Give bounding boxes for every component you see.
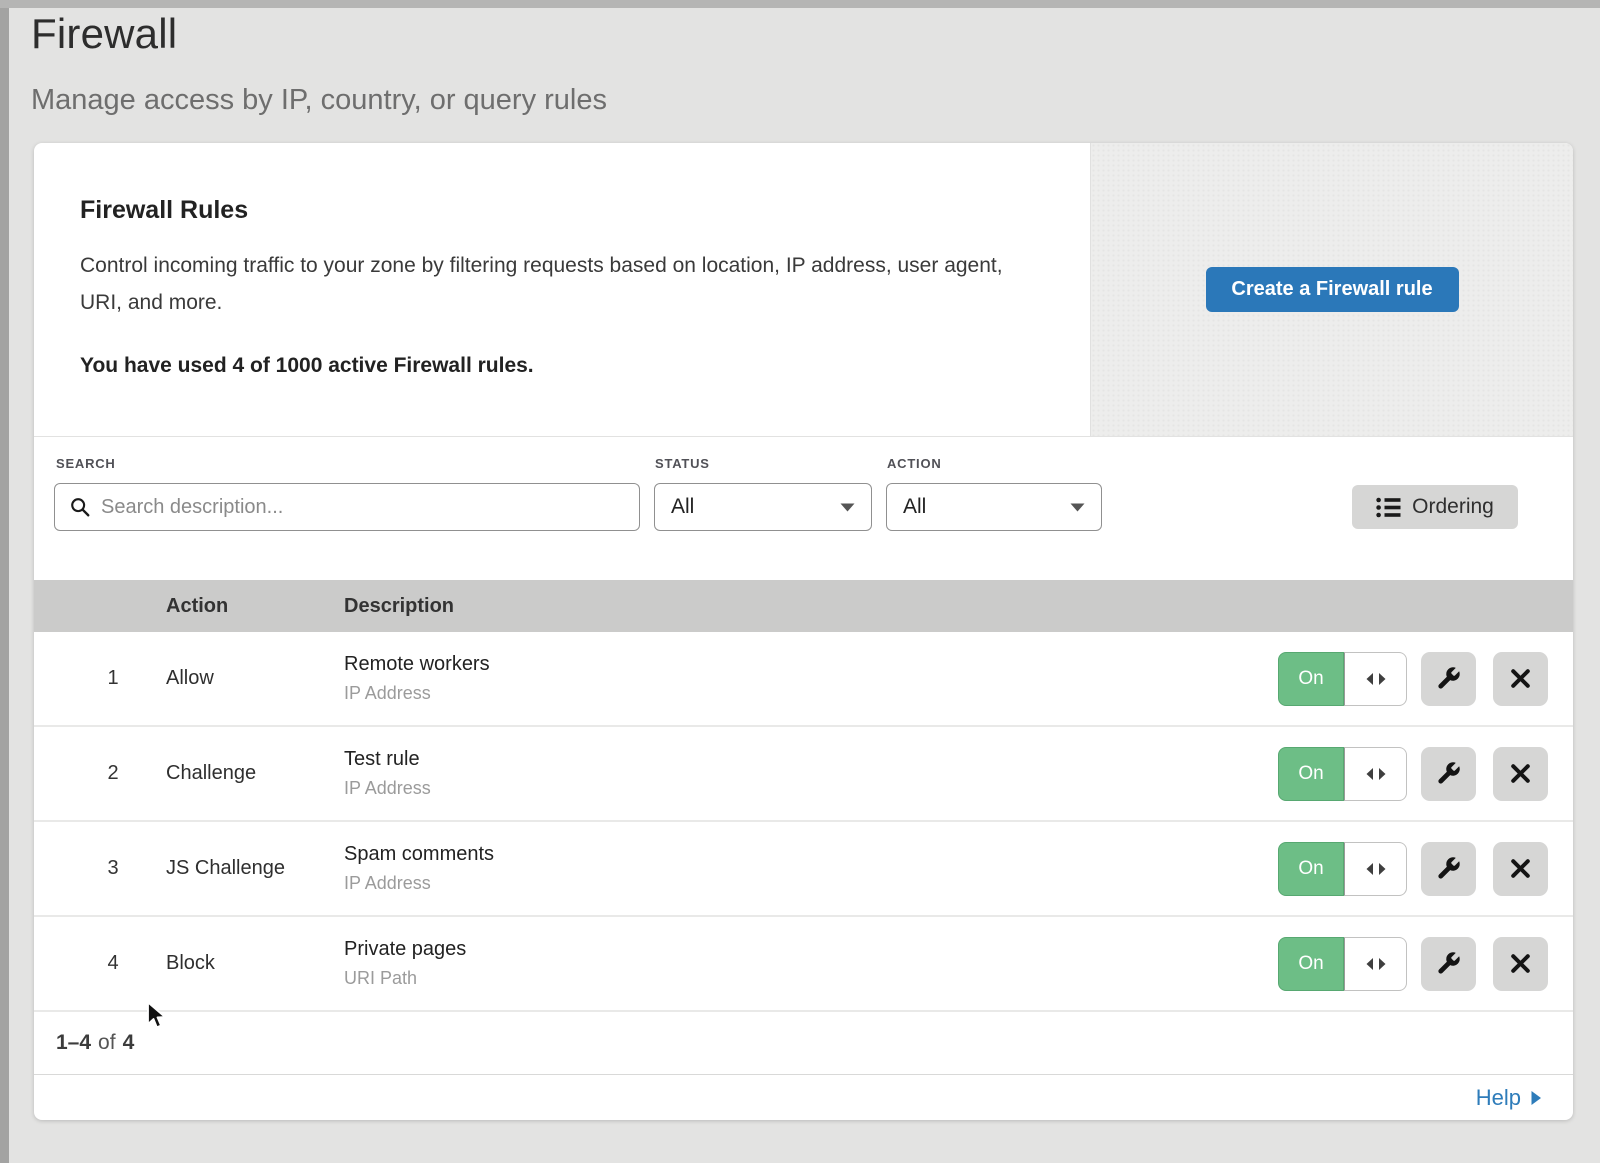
- usage-note: You have used 4 of 1000 active Firewall …: [80, 354, 1030, 378]
- rule-controls: On: [1278, 842, 1573, 896]
- rule-description-title: Remote workers: [344, 653, 490, 676]
- window-edge-top: [0, 0, 1600, 8]
- page-header: Firewall Manage access by IP, country, o…: [31, 10, 607, 117]
- rule-description: Remote workers IP Address: [344, 653, 490, 704]
- toggle-arrows-icon: [1344, 842, 1407, 896]
- table-header: Action Description: [34, 580, 1573, 632]
- rule-description-title: Spam comments: [344, 843, 494, 866]
- toggle-arrows-icon: [1344, 652, 1407, 706]
- range-of-label: of: [98, 1031, 116, 1055]
- help-link-label: Help: [1476, 1085, 1521, 1111]
- card-header-text: Firewall Rules Control incoming traffic …: [34, 143, 1090, 436]
- table-row: 2 Challenge Test rule IP Address On: [34, 727, 1573, 822]
- edit-rule-button[interactable]: [1421, 747, 1476, 801]
- range-start: 1–4: [56, 1031, 91, 1055]
- ordering-list-icon: [1376, 497, 1401, 518]
- toggle-on-label: On: [1278, 652, 1344, 706]
- page-subtitle: Manage access by IP, country, or query r…: [31, 84, 607, 117]
- rule-description: Spam comments IP Address: [344, 843, 494, 894]
- chevron-down-icon: [840, 503, 855, 512]
- pagination-summary: 1–4 of 4: [34, 1012, 1573, 1074]
- help-section: Help: [34, 1074, 1573, 1120]
- status-select-value: All: [671, 495, 694, 519]
- status-select[interactable]: All: [654, 483, 872, 531]
- help-link[interactable]: Help: [1476, 1085, 1542, 1111]
- window-edge-left: [0, 0, 9, 1163]
- rule-enabled-toggle[interactable]: On: [1278, 842, 1407, 896]
- rule-priority: 3: [90, 857, 136, 880]
- close-icon: [1508, 951, 1533, 976]
- rule-description: Private pages URI Path: [344, 938, 466, 989]
- rule-enabled-toggle[interactable]: On: [1278, 937, 1407, 991]
- edit-rule-button[interactable]: [1421, 937, 1476, 991]
- rule-action: Challenge: [166, 762, 316, 785]
- rule-description: Test rule IP Address: [344, 748, 431, 799]
- delete-rule-button[interactable]: [1493, 652, 1548, 706]
- range-total: 4: [123, 1031, 135, 1055]
- rule-field-type: URI Path: [344, 968, 466, 989]
- edit-rule-button[interactable]: [1421, 652, 1476, 706]
- toggle-arrows-icon: [1344, 937, 1407, 991]
- section-title: Firewall Rules: [80, 196, 1030, 225]
- close-icon: [1508, 666, 1533, 691]
- rule-action: Block: [166, 952, 316, 975]
- action-select[interactable]: All: [886, 483, 1102, 531]
- toggle-arrows-icon: [1344, 747, 1407, 801]
- section-description: Control incoming traffic to your zone by…: [80, 247, 1030, 321]
- edit-rule-button[interactable]: [1421, 842, 1476, 896]
- rule-priority: 2: [90, 762, 136, 785]
- rule-enabled-toggle[interactable]: On: [1278, 747, 1407, 801]
- rule-priority: 4: [90, 952, 136, 975]
- rule-enabled-toggle[interactable]: On: [1278, 652, 1407, 706]
- rule-controls: On: [1278, 747, 1573, 801]
- create-firewall-rule-button[interactable]: Create a Firewall rule: [1206, 267, 1459, 312]
- action-select-value: All: [903, 495, 926, 519]
- filters-bar: SEARCH STATUS All ACTION All: [34, 437, 1573, 580]
- rule-field-type: IP Address: [344, 683, 490, 704]
- table-row: 4 Block Private pages URI Path On: [34, 917, 1573, 1012]
- column-header-description: Description: [344, 595, 454, 618]
- rule-priority: 1: [90, 667, 136, 690]
- wrench-icon: [1435, 855, 1462, 882]
- ordering-button[interactable]: Ordering: [1352, 485, 1518, 529]
- close-icon: [1508, 761, 1533, 786]
- page-title: Firewall: [31, 10, 607, 58]
- action-label: ACTION: [887, 456, 942, 471]
- rule-action: Allow: [166, 667, 316, 690]
- column-header-action: Action: [166, 595, 344, 618]
- delete-rule-button[interactable]: [1493, 937, 1548, 991]
- wrench-icon: [1435, 760, 1462, 787]
- ordering-button-label: Ordering: [1412, 495, 1494, 519]
- toggle-on-label: On: [1278, 747, 1344, 801]
- search-input-wrapper: [54, 483, 640, 531]
- wrench-icon: [1435, 950, 1462, 977]
- triangle-right-icon: [1530, 1090, 1542, 1106]
- firewall-rules-card: Firewall Rules Control incoming traffic …: [34, 143, 1573, 1120]
- table-row: 1 Allow Remote workers IP Address On: [34, 632, 1573, 727]
- toggle-on-label: On: [1278, 937, 1344, 991]
- delete-rule-button[interactable]: [1493, 747, 1548, 801]
- table-row: 3 JS Challenge Spam comments IP Address …: [34, 822, 1573, 917]
- rule-controls: On: [1278, 652, 1573, 706]
- delete-rule-button[interactable]: [1493, 842, 1548, 896]
- wrench-icon: [1435, 665, 1462, 692]
- chevron-down-icon: [1070, 503, 1085, 512]
- rule-controls: On: [1278, 937, 1573, 991]
- rule-description-title: Private pages: [344, 938, 466, 961]
- rule-field-type: IP Address: [344, 873, 494, 894]
- rule-action: JS Challenge: [166, 857, 316, 880]
- toggle-on-label: On: [1278, 842, 1344, 896]
- search-input[interactable]: [101, 496, 625, 519]
- create-rule-panel: Create a Firewall rule: [1090, 143, 1573, 436]
- rule-description-title: Test rule: [344, 748, 431, 771]
- status-label: STATUS: [655, 456, 710, 471]
- search-icon: [69, 496, 91, 518]
- rule-field-type: IP Address: [344, 778, 431, 799]
- card-header-section: Firewall Rules Control incoming traffic …: [34, 143, 1573, 437]
- search-label: SEARCH: [56, 456, 116, 471]
- close-icon: [1508, 856, 1533, 881]
